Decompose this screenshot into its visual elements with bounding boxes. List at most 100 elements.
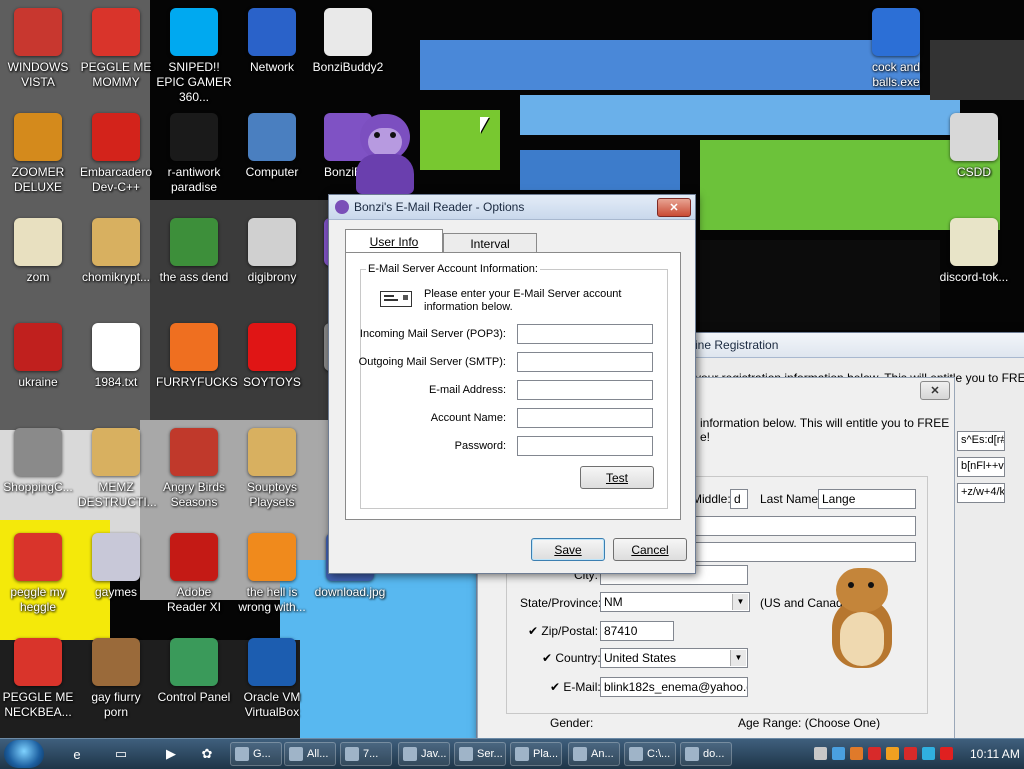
desktop-icon[interactable]: FURRYFUCKS <box>156 319 238 390</box>
taskbar-button[interactable]: G... <box>230 742 282 766</box>
desktop-icon[interactable]: digibrony <box>234 214 310 285</box>
desktop-icon[interactable]: gay fiurry porn <box>78 634 154 720</box>
clock[interactable]: 10:11 AM <box>970 747 1020 761</box>
desktop-icon[interactable]: the ass dend <box>156 214 232 285</box>
tab-interval[interactable]: Interval <box>443 233 537 253</box>
desktop-icon[interactable]: cock and balls.exe <box>858 4 934 90</box>
desktop-icon[interactable]: SOYTOYS <box>234 319 310 390</box>
desktop-icon[interactable]: Embarcadero Dev-C++ <box>78 109 154 195</box>
taskbar-button[interactable]: All... <box>284 742 336 766</box>
script-icon <box>950 218 998 266</box>
pop3-field[interactable] <box>517 324 653 344</box>
desktop-icon[interactable]: chomikrypt... <box>78 214 154 285</box>
tray-icon[interactable] <box>868 747 881 760</box>
email-field[interactable]: blink182s_enema@yahoo.com <box>600 677 748 697</box>
tray-icon[interactable] <box>850 747 863 760</box>
serial-field-1[interactable]: s^Es:d[r# <box>957 431 1005 451</box>
desktop-icon[interactable]: discord-tok... <box>936 214 1012 285</box>
desktop-icon-label: 1984.txt <box>94 375 138 389</box>
save-button[interactable]: Save <box>531 538 605 561</box>
image-icon <box>685 747 699 761</box>
serial-field-3[interactable]: +z/w+4/k <box>957 483 1005 503</box>
state-dropdown[interactable]: NM ▼ <box>600 592 750 612</box>
taskbar-button-label: All... <box>307 748 329 760</box>
taskbar-button[interactable]: C:\... <box>624 742 676 766</box>
chevron-down-icon[interactable]: ▼ <box>730 650 746 666</box>
last-name-field[interactable]: Lange <box>818 489 916 509</box>
bonzi-mascot[interactable] <box>352 104 418 194</box>
smtp-field[interactable] <box>517 352 653 372</box>
chevron-down-icon[interactable]: ▼ <box>732 594 748 610</box>
mouse-cursor <box>480 117 489 133</box>
desktop-icon[interactable]: PEGGLE ME MOMMY <box>78 4 154 90</box>
close-icon[interactable]: ✕ <box>920 381 950 400</box>
taskbar-button[interactable]: 7... <box>340 742 392 766</box>
desktop-icon[interactable]: the hell is wrong with... <box>234 529 310 615</box>
desktop-icon[interactable]: CSDD <box>936 109 1012 180</box>
tray-icon[interactable] <box>832 747 845 760</box>
desktop-icon[interactable]: peggle my heggle <box>0 529 76 615</box>
k-app-icon <box>872 8 920 56</box>
tray-icon[interactable] <box>814 747 827 760</box>
taskbar-button[interactable]: do... <box>680 742 732 766</box>
desktop-icon[interactable]: Angry Birds Seasons <box>156 424 232 510</box>
zip-field[interactable]: 87410 <box>600 621 674 641</box>
options-dialog[interactable]: Bonzi's E-Mail Reader - Options ✕ User I… <box>328 194 696 574</box>
desktop-icon[interactable]: MEMZ DESTRUCTI... <box>78 424 157 510</box>
country-dropdown[interactable]: United States ▼ <box>600 648 748 668</box>
start-button[interactable] <box>4 740 44 768</box>
desktop-icon[interactable]: SNIPED!! EPIC GAMER 360... <box>156 4 232 105</box>
ie-icon[interactable]: e <box>64 742 90 766</box>
desktop-icon[interactable]: ukraine <box>0 319 76 390</box>
taskbar-button-label: 7... <box>363 748 379 760</box>
state-label: State/Province: <box>520 596 602 610</box>
close-icon[interactable]: ✕ <box>657 198 691 217</box>
tray-icon[interactable] <box>886 747 899 760</box>
taskbar-button-label: Pla... <box>533 748 559 760</box>
peggle-icon-3 <box>14 638 62 686</box>
desktop-icon[interactable]: Computer <box>234 109 310 180</box>
password-field[interactable] <box>517 436 653 456</box>
serial-field-2[interactable]: b[nFl++v <box>957 457 1005 477</box>
email-address-field[interactable] <box>517 380 653 400</box>
taskbar-button[interactable]: Ser... <box>454 742 506 766</box>
desktop-icon[interactable]: Control Panel <box>156 634 232 705</box>
desktop-icon[interactable]: ZOOMER DELUXE <box>0 109 76 195</box>
middle-field[interactable]: d <box>730 489 748 509</box>
desktop-icon-label: SNIPED!! EPIC GAMER 360... <box>156 60 232 104</box>
desktop-icon[interactable]: r-antiwork paradise <box>156 109 232 195</box>
network-icon <box>248 8 296 56</box>
tray-icon[interactable] <box>922 747 935 760</box>
tab-user-info[interactable]: User Info <box>345 229 443 254</box>
tray-icon[interactable] <box>940 747 953 760</box>
desktop-icon[interactable]: WINDOWS VISTA <box>0 4 76 90</box>
desktop-icon[interactable]: gaymes <box>78 529 154 600</box>
desktop-icon[interactable]: Network <box>234 4 310 75</box>
test-button[interactable]: Test <box>580 466 654 489</box>
desktop-icon[interactable]: Souptoys Playsets <box>234 424 310 510</box>
desktop-icon[interactable]: zom <box>0 214 76 285</box>
age-range-label: Age Range: (Choose One) <box>736 716 883 730</box>
tray-icon[interactable] <box>904 747 917 760</box>
envelope-icon <box>380 291 412 307</box>
taskbar-button-label: do... <box>703 748 725 760</box>
desktop-icon-label: gay fiurry porn <box>91 690 141 719</box>
taskbar-button-label: C:\... <box>647 748 671 760</box>
desktop-icon-label: digibrony <box>247 270 297 284</box>
tab-interval-label: Interval <box>470 236 510 251</box>
cancel-button[interactable]: Cancel <box>613 538 687 561</box>
taskbar-button[interactable]: An... <box>568 742 620 766</box>
options-titlebar[interactable]: Bonzi's E-Mail Reader - Options ✕ <box>329 195 695 220</box>
desktop-icon[interactable]: 1984.txt <box>78 319 154 390</box>
taskbar-button[interactable]: Jav... <box>398 742 450 766</box>
account-name-field[interactable] <box>517 408 653 428</box>
explorer-icon[interactable]: ▭ <box>108 742 134 766</box>
media-player-icon[interactable]: ▶ <box>158 742 184 766</box>
desktop-icon[interactable]: ShoppingC... <box>0 424 76 495</box>
taskbar-button[interactable]: Pla... <box>510 742 562 766</box>
desktop-icon[interactable]: PEGGLE ME NECKBEA... <box>0 634 76 720</box>
desktop-icon[interactable]: Adobe Reader XI <box>156 529 232 615</box>
desktop-icon[interactable]: Oracle VM VirtualBox <box>234 634 310 720</box>
app-icon[interactable]: ✿ <box>194 742 220 766</box>
desktop-icon[interactable]: BonziBuddy2 <box>310 4 386 75</box>
